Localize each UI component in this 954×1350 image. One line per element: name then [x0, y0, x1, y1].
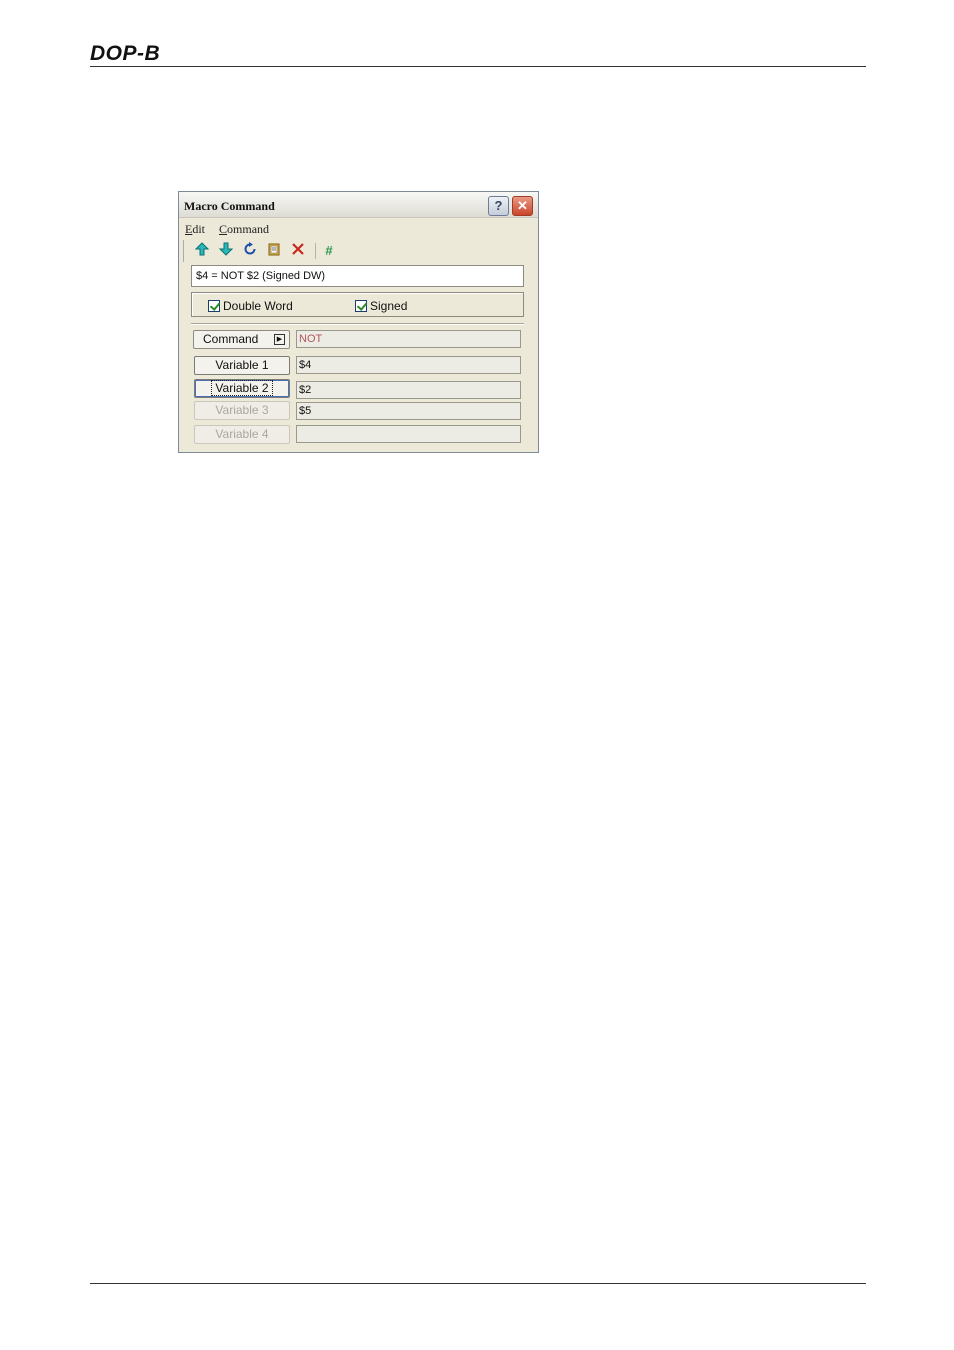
variable-3-button: Variable 3 — [194, 401, 290, 420]
expression-field[interactable]: $4 = NOT $2 (Signed DW) — [191, 265, 524, 287]
variable-4-field[interactable] — [296, 425, 521, 443]
checkbox-checked-icon — [355, 300, 367, 312]
footer-rule — [90, 1283, 866, 1284]
variable-4-label: Variable 4 — [215, 427, 269, 441]
variable-1-label: Variable 1 — [215, 358, 269, 372]
header-rule — [90, 66, 866, 67]
help-button[interactable]: ? — [488, 196, 509, 216]
variable-1-button[interactable]: Variable 1 — [194, 356, 290, 375]
close-icon: ✕ — [517, 198, 528, 213]
section-divider — [191, 323, 524, 325]
variable-3-field[interactable]: $5 — [296, 402, 521, 420]
double-word-checkbox[interactable]: Double Word — [208, 299, 293, 313]
dialog-title: Macro Command — [184, 199, 275, 213]
paste-icon[interactable] — [265, 242, 283, 260]
double-word-label: Double Word — [223, 299, 293, 313]
title-bar[interactable]: Macro Command ? ✕ — [179, 192, 538, 218]
arrow-up-icon[interactable] — [193, 242, 211, 260]
dop-b-logo: DOP-B — [90, 42, 160, 66]
command-value-field[interactable]: NOT — [296, 330, 521, 348]
hash-icon[interactable]: # — [320, 242, 338, 260]
refresh-icon[interactable] — [241, 242, 259, 260]
close-button[interactable]: ✕ — [512, 196, 533, 216]
variable-3-label: Variable 3 — [215, 403, 269, 417]
variable-2-label: Variable 2 — [211, 380, 273, 396]
menu-command[interactable]: Command — [219, 222, 269, 236]
options-group: Double Word Signed — [191, 292, 524, 317]
help-icon: ? — [494, 198, 503, 213]
toolbar: # — [183, 240, 523, 262]
variable-2-button[interactable]: Variable 2 — [194, 379, 290, 398]
toolbar-separator — [315, 243, 316, 259]
signed-label: Signed — [370, 299, 408, 313]
menu-bar: Edit Command — [185, 222, 280, 237]
arrow-down-icon[interactable] — [217, 242, 235, 260]
variable-4-button: Variable 4 — [194, 425, 290, 444]
logo-text: DOP-B — [90, 42, 161, 65]
macro-command-dialog: Macro Command ? ✕ Edit Command # $4 = NO… — [178, 191, 539, 453]
variable-2-field[interactable]: $2 — [296, 381, 521, 399]
play-arrow-icon: ▶ — [274, 334, 285, 345]
variable-1-field[interactable]: $4 — [296, 356, 521, 374]
command-button-label: Command — [203, 332, 259, 346]
command-button[interactable]: Command ▶ — [193, 330, 290, 349]
menu-edit[interactable]: Edit — [185, 222, 205, 236]
signed-checkbox[interactable]: Signed — [355, 299, 407, 313]
checkbox-checked-icon — [208, 300, 220, 312]
delete-icon[interactable] — [289, 242, 307, 260]
